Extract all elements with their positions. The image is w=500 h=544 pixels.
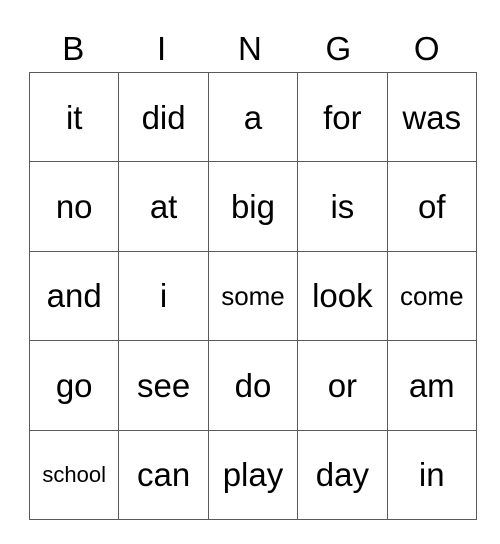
bingo-cell[interactable]: play bbox=[207, 429, 299, 520]
grid-row: school can play day in bbox=[28, 429, 477, 520]
bingo-cell[interactable]: do bbox=[207, 340, 299, 431]
bingo-cell[interactable]: and bbox=[28, 250, 120, 342]
bingo-cell[interactable]: can bbox=[118, 429, 209, 520]
bingo-cell[interactable]: at bbox=[118, 161, 209, 252]
bingo-header: B I N G O bbox=[29, 26, 471, 72]
grid-row: and i some look come bbox=[28, 250, 477, 342]
grid-row: it did a for was bbox=[28, 71, 477, 163]
bingo-cell[interactable]: big bbox=[207, 161, 299, 252]
header-letter-n: N bbox=[238, 30, 262, 67]
header-letter-o: O bbox=[413, 30, 440, 67]
grid-row: go see do or am bbox=[28, 340, 477, 431]
bingo-cell[interactable]: did bbox=[118, 71, 209, 163]
bingo-cell[interactable]: school bbox=[28, 429, 120, 520]
grid-row: no at big is of bbox=[28, 161, 477, 252]
bingo-grid: it did a for was no at big is of and i s… bbox=[28, 71, 477, 520]
bingo-cell[interactable]: in bbox=[386, 429, 477, 520]
header-letter-g: G bbox=[325, 30, 352, 67]
bingo-cell[interactable]: or bbox=[297, 340, 388, 431]
bingo-cell[interactable]: day bbox=[297, 429, 388, 520]
bingo-cell[interactable]: was bbox=[386, 71, 477, 163]
bingo-cell[interactable]: some bbox=[207, 250, 299, 342]
bingo-cell[interactable]: a bbox=[207, 71, 299, 163]
bingo-cell[interactable]: look bbox=[297, 250, 388, 342]
bingo-cell[interactable]: i bbox=[118, 250, 209, 342]
bingo-cell[interactable]: for bbox=[297, 71, 388, 163]
bingo-cell[interactable]: am bbox=[386, 340, 477, 431]
bingo-cell[interactable]: is bbox=[297, 161, 388, 252]
header-letter-b: B bbox=[62, 30, 85, 67]
bingo-cell[interactable]: no bbox=[28, 161, 120, 252]
bingo-cell[interactable]: of bbox=[386, 161, 477, 252]
bingo-cell[interactable]: come bbox=[386, 250, 477, 342]
bingo-cell[interactable]: go bbox=[28, 340, 120, 431]
bingo-cell[interactable]: it bbox=[28, 71, 120, 163]
bingo-cell[interactable]: see bbox=[118, 340, 209, 431]
header-letter-i: I bbox=[157, 30, 167, 67]
